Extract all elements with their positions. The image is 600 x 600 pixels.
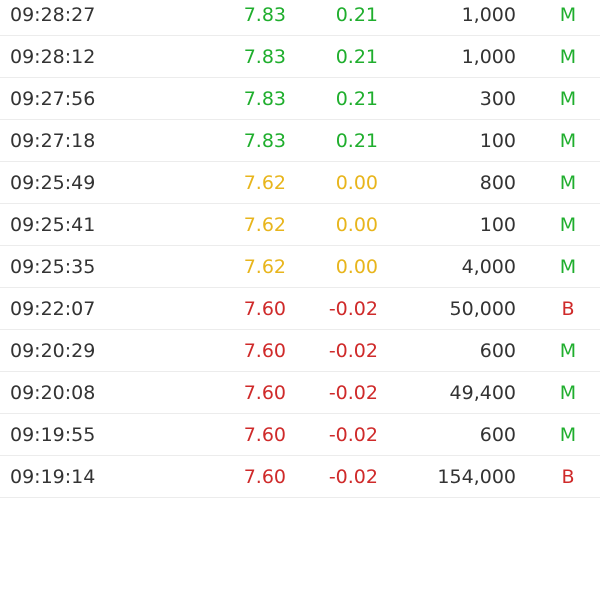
trade-time: 09:28:27	[10, 4, 96, 26]
trade-change: 0.00	[335, 172, 378, 194]
trade-change: 0.21	[335, 88, 378, 110]
table-row[interactable]: 09:28:12 7.83 0.21 1,000 M	[0, 36, 600, 78]
trade-price: 7.83	[243, 46, 286, 68]
trade-volume: 100	[479, 130, 516, 152]
trade-time: 09:20:08	[10, 382, 96, 404]
trade-side: M	[559, 172, 577, 194]
trade-time: 09:28:12	[10, 46, 96, 68]
trade-change: -0.02	[328, 340, 378, 362]
table-row[interactable]: 09:20:29 7.60 -0.02 600 M	[0, 330, 600, 372]
table-row[interactable]: 09:27:18 7.83 0.21 100 M	[0, 120, 600, 162]
trade-time: 09:27:56	[10, 88, 96, 110]
trade-volume: 300	[479, 88, 516, 110]
trade-price: 7.62	[243, 256, 286, 278]
trade-change: -0.02	[328, 466, 378, 488]
table-row[interactable]: 09:27:56 7.83 0.21 300 M	[0, 78, 600, 120]
trade-side: M	[559, 88, 577, 110]
table-row[interactable]: 09:25:35 7.62 0.00 4,000 M	[0, 246, 600, 288]
table-row[interactable]: 09:25:49 7.62 0.00 800 M	[0, 162, 600, 204]
table-row[interactable]: 09:19:55 7.60 -0.02 600 M	[0, 414, 600, 456]
trade-volume: 600	[479, 340, 516, 362]
trade-price: 7.62	[243, 172, 286, 194]
trade-change: 0.21	[335, 130, 378, 152]
trade-time: 09:25:35	[10, 256, 96, 278]
table-row[interactable]: 09:19:14 7.60 -0.02 154,000 B	[0, 456, 600, 498]
trade-side: B	[561, 298, 575, 320]
trade-price: 7.60	[243, 466, 286, 488]
trade-side: M	[559, 214, 577, 236]
trade-time: 09:27:18	[10, 130, 96, 152]
trade-price: 7.60	[243, 298, 286, 320]
trade-time: 09:25:49	[10, 172, 96, 194]
table-row[interactable]: 09:25:41 7.62 0.00 100 M	[0, 204, 600, 246]
trade-change: 0.21	[335, 46, 378, 68]
trade-volume: 1,000	[461, 46, 516, 68]
trade-volume: 49,400	[449, 382, 516, 404]
trade-time: 09:25:41	[10, 214, 96, 236]
trade-price: 7.60	[243, 424, 286, 446]
trade-change: 0.00	[335, 214, 378, 236]
trade-side: M	[559, 46, 577, 68]
trade-time: 09:20:29	[10, 340, 96, 362]
table-row[interactable]: 09:20:08 7.60 -0.02 49,400 M	[0, 372, 600, 414]
trade-volume: 50,000	[449, 298, 516, 320]
trade-volume: 100	[479, 214, 516, 236]
trade-price: 7.83	[243, 88, 286, 110]
trade-volume: 600	[479, 424, 516, 446]
trade-volume: 154,000	[437, 466, 516, 488]
trade-side: M	[559, 340, 577, 362]
table-row[interactable]: 09:28:27 7.83 0.21 1,000 M	[0, 0, 600, 36]
table-row[interactable]: 09:22:07 7.60 -0.02 50,000 B	[0, 288, 600, 330]
trade-price: 7.60	[243, 340, 286, 362]
trade-time: 09:19:55	[10, 424, 96, 446]
trade-price: 7.83	[243, 4, 286, 26]
trade-change: -0.02	[328, 298, 378, 320]
trade-change: -0.02	[328, 382, 378, 404]
trade-side: M	[559, 256, 577, 278]
trade-side: M	[559, 424, 577, 446]
trade-side: M	[559, 382, 577, 404]
trade-side: M	[559, 130, 577, 152]
trade-side: B	[561, 466, 575, 488]
trade-change: -0.02	[328, 424, 378, 446]
trade-volume: 4,000	[461, 256, 516, 278]
trade-volume: 800	[479, 172, 516, 194]
trade-time: 09:19:14	[10, 466, 96, 488]
trade-volume: 1,000	[461, 4, 516, 26]
trade-list: 09:28:27 7.83 0.21 1,000 M 09:28:12 7.83…	[0, 0, 600, 498]
trade-side: M	[559, 4, 577, 26]
trade-price: 7.62	[243, 214, 286, 236]
trade-price: 7.83	[243, 130, 286, 152]
trade-change: 0.00	[335, 256, 378, 278]
trade-price: 7.60	[243, 382, 286, 404]
trade-time: 09:22:07	[10, 298, 96, 320]
trade-change: 0.21	[335, 4, 378, 26]
